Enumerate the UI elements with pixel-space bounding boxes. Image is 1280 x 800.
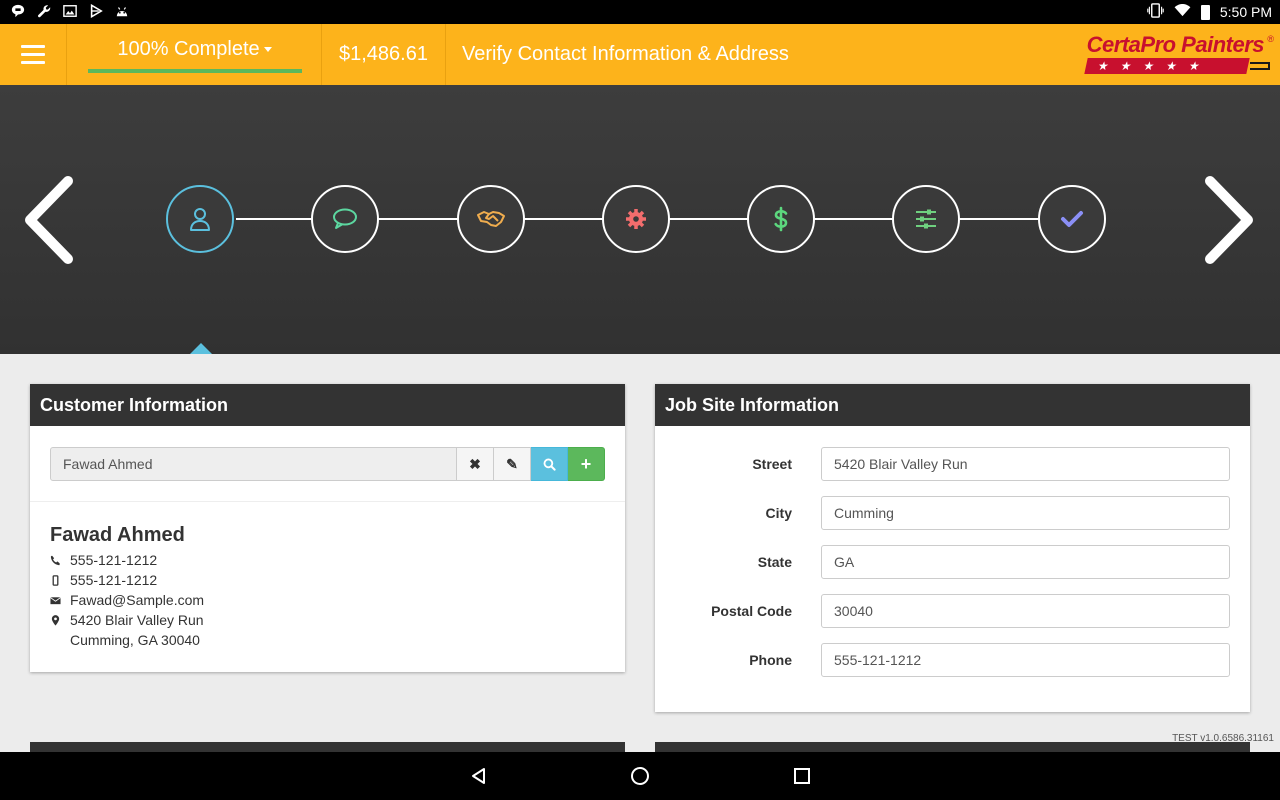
progress-bar xyxy=(88,69,302,73)
customer-phone-row: 555-121-1212 xyxy=(50,552,157,568)
lower-right-panel-header xyxy=(655,742,1250,752)
status-bar: 5:50 PM xyxy=(0,0,1280,24)
back-icon[interactable] xyxy=(469,766,489,786)
phone-row: Phone 555-121-1212 xyxy=(655,643,1250,677)
step-notes[interactable] xyxy=(311,185,379,253)
postal-code-field[interactable]: 30040 xyxy=(821,594,1230,628)
wrench-icon xyxy=(36,4,52,20)
handshake-icon xyxy=(477,211,505,227)
android-icon xyxy=(114,4,130,20)
customer-address-line2-row: Cumming, GA 30040 xyxy=(50,632,200,648)
progress-dropdown[interactable]: 100% Complete xyxy=(67,24,322,85)
close-icon: ✖ xyxy=(469,455,481,472)
recents-icon[interactable] xyxy=(792,766,812,786)
city-label: City xyxy=(765,505,792,521)
panel-title: Job Site Information xyxy=(655,384,1250,426)
user-icon xyxy=(190,208,210,231)
previous-step-arrow-icon[interactable] xyxy=(20,175,74,265)
customer-mobile: 555-121-1212 xyxy=(70,572,158,588)
vibrate-icon xyxy=(1147,3,1164,21)
step-options[interactable] xyxy=(892,185,960,253)
image-icon xyxy=(62,4,78,20)
wifi-icon xyxy=(1174,3,1191,20)
next-step-arrow-icon[interactable] xyxy=(1204,175,1258,265)
customer-information-panel: Customer Information Fawad Ahmed ✖ ✎ + F… xyxy=(30,384,625,672)
step-complete[interactable] xyxy=(1038,185,1106,253)
battery-icon xyxy=(1200,4,1210,20)
state-row: State GA xyxy=(655,545,1250,579)
lower-left-panel-header xyxy=(30,742,625,752)
comment-icon xyxy=(333,208,357,229)
edit-button[interactable]: ✎ xyxy=(494,447,531,481)
envelope-icon xyxy=(50,595,70,606)
step-customer[interactable] xyxy=(166,185,234,253)
step-agreement[interactable] xyxy=(457,185,525,253)
step-wizard xyxy=(0,85,1280,354)
caret-down-icon xyxy=(263,47,272,53)
version-label: TEST v1.0.6586.31161 xyxy=(1172,733,1274,744)
street-label: Street xyxy=(752,456,792,472)
progress-bar-fill xyxy=(88,69,302,73)
street-row: Street 5420 Blair Valley Run xyxy=(655,447,1250,481)
active-step-pointer xyxy=(190,343,212,354)
street-field[interactable]: 5420 Blair Valley Run xyxy=(821,447,1230,481)
app-header: 100% Complete $1,486.61 Verify Contact I… xyxy=(0,24,1280,85)
customer-search-group: Fawad Ahmed ✖ ✎ + xyxy=(50,447,605,481)
state-field[interactable]: GA xyxy=(821,545,1230,579)
clock: 5:50 PM xyxy=(1219,4,1272,20)
logo-text: CertaPro Painters xyxy=(1086,32,1265,57)
map-marker-icon xyxy=(50,614,70,626)
customer-address-line1: 5420 Blair Valley Run xyxy=(70,612,204,628)
step-pricing[interactable] xyxy=(747,185,815,253)
paint-brush-icon xyxy=(1250,62,1270,70)
progress-label: 100% Complete xyxy=(117,38,260,60)
customer-phone: 555-121-1212 xyxy=(70,552,158,568)
state-label: State xyxy=(757,554,792,570)
customer-email[interactable]: Fawad@Sample.com xyxy=(70,592,204,608)
customer-mobile-row: 555-121-1212 xyxy=(50,572,157,588)
postal-code-row: Postal Code 30040 xyxy=(655,594,1250,628)
hamburger-menu-icon[interactable] xyxy=(0,24,67,85)
city-row: City Cumming xyxy=(655,496,1250,530)
step-settings[interactable] xyxy=(602,185,670,253)
clear-button[interactable]: ✖ xyxy=(457,447,494,481)
certapro-logo: CertaPro Painters ® ★★★★★ xyxy=(1082,32,1274,76)
panel-title: Customer Information xyxy=(30,384,625,426)
postal-code-label: Postal Code xyxy=(711,603,792,619)
pencil-icon: ✎ xyxy=(506,455,518,472)
play-store-icon xyxy=(88,3,104,20)
home-icon[interactable] xyxy=(630,766,650,786)
phone-label: Phone xyxy=(749,652,792,668)
estimate-total: $1,486.61 xyxy=(322,24,446,85)
sliders-icon xyxy=(916,209,936,229)
customer-address-line2: Cumming, GA 30040 xyxy=(70,632,200,648)
check-icon xyxy=(1061,211,1083,227)
dollar-icon xyxy=(774,206,788,232)
logo-registered-mark: ® xyxy=(1267,34,1274,44)
chat-bubble-icon xyxy=(10,4,26,20)
logo-stars: ★★★★★ xyxy=(1084,58,1250,74)
city-field[interactable]: Cumming xyxy=(821,496,1230,530)
customer-email-row: Fawad@Sample.com xyxy=(50,592,204,608)
phone-field[interactable]: 555-121-1212 xyxy=(821,643,1230,677)
customer-name: Fawad Ahmed xyxy=(50,524,185,546)
plus-icon: + xyxy=(580,453,592,474)
job-site-information-panel: Job Site Information Street 5420 Blair V… xyxy=(655,384,1250,712)
customer-address-row: 5420 Blair Valley Run xyxy=(50,612,204,628)
mobile-phone-icon xyxy=(50,574,70,586)
divider xyxy=(30,501,625,502)
search-button[interactable] xyxy=(531,447,568,481)
gear-icon xyxy=(626,209,646,229)
phone-icon xyxy=(50,555,70,566)
search-icon xyxy=(543,458,556,471)
android-navigation-bar xyxy=(0,752,1280,800)
add-customer-button[interactable]: + xyxy=(568,447,605,481)
customer-search-input[interactable]: Fawad Ahmed xyxy=(50,447,457,481)
page-title: Verify Contact Information & Address xyxy=(462,43,789,65)
